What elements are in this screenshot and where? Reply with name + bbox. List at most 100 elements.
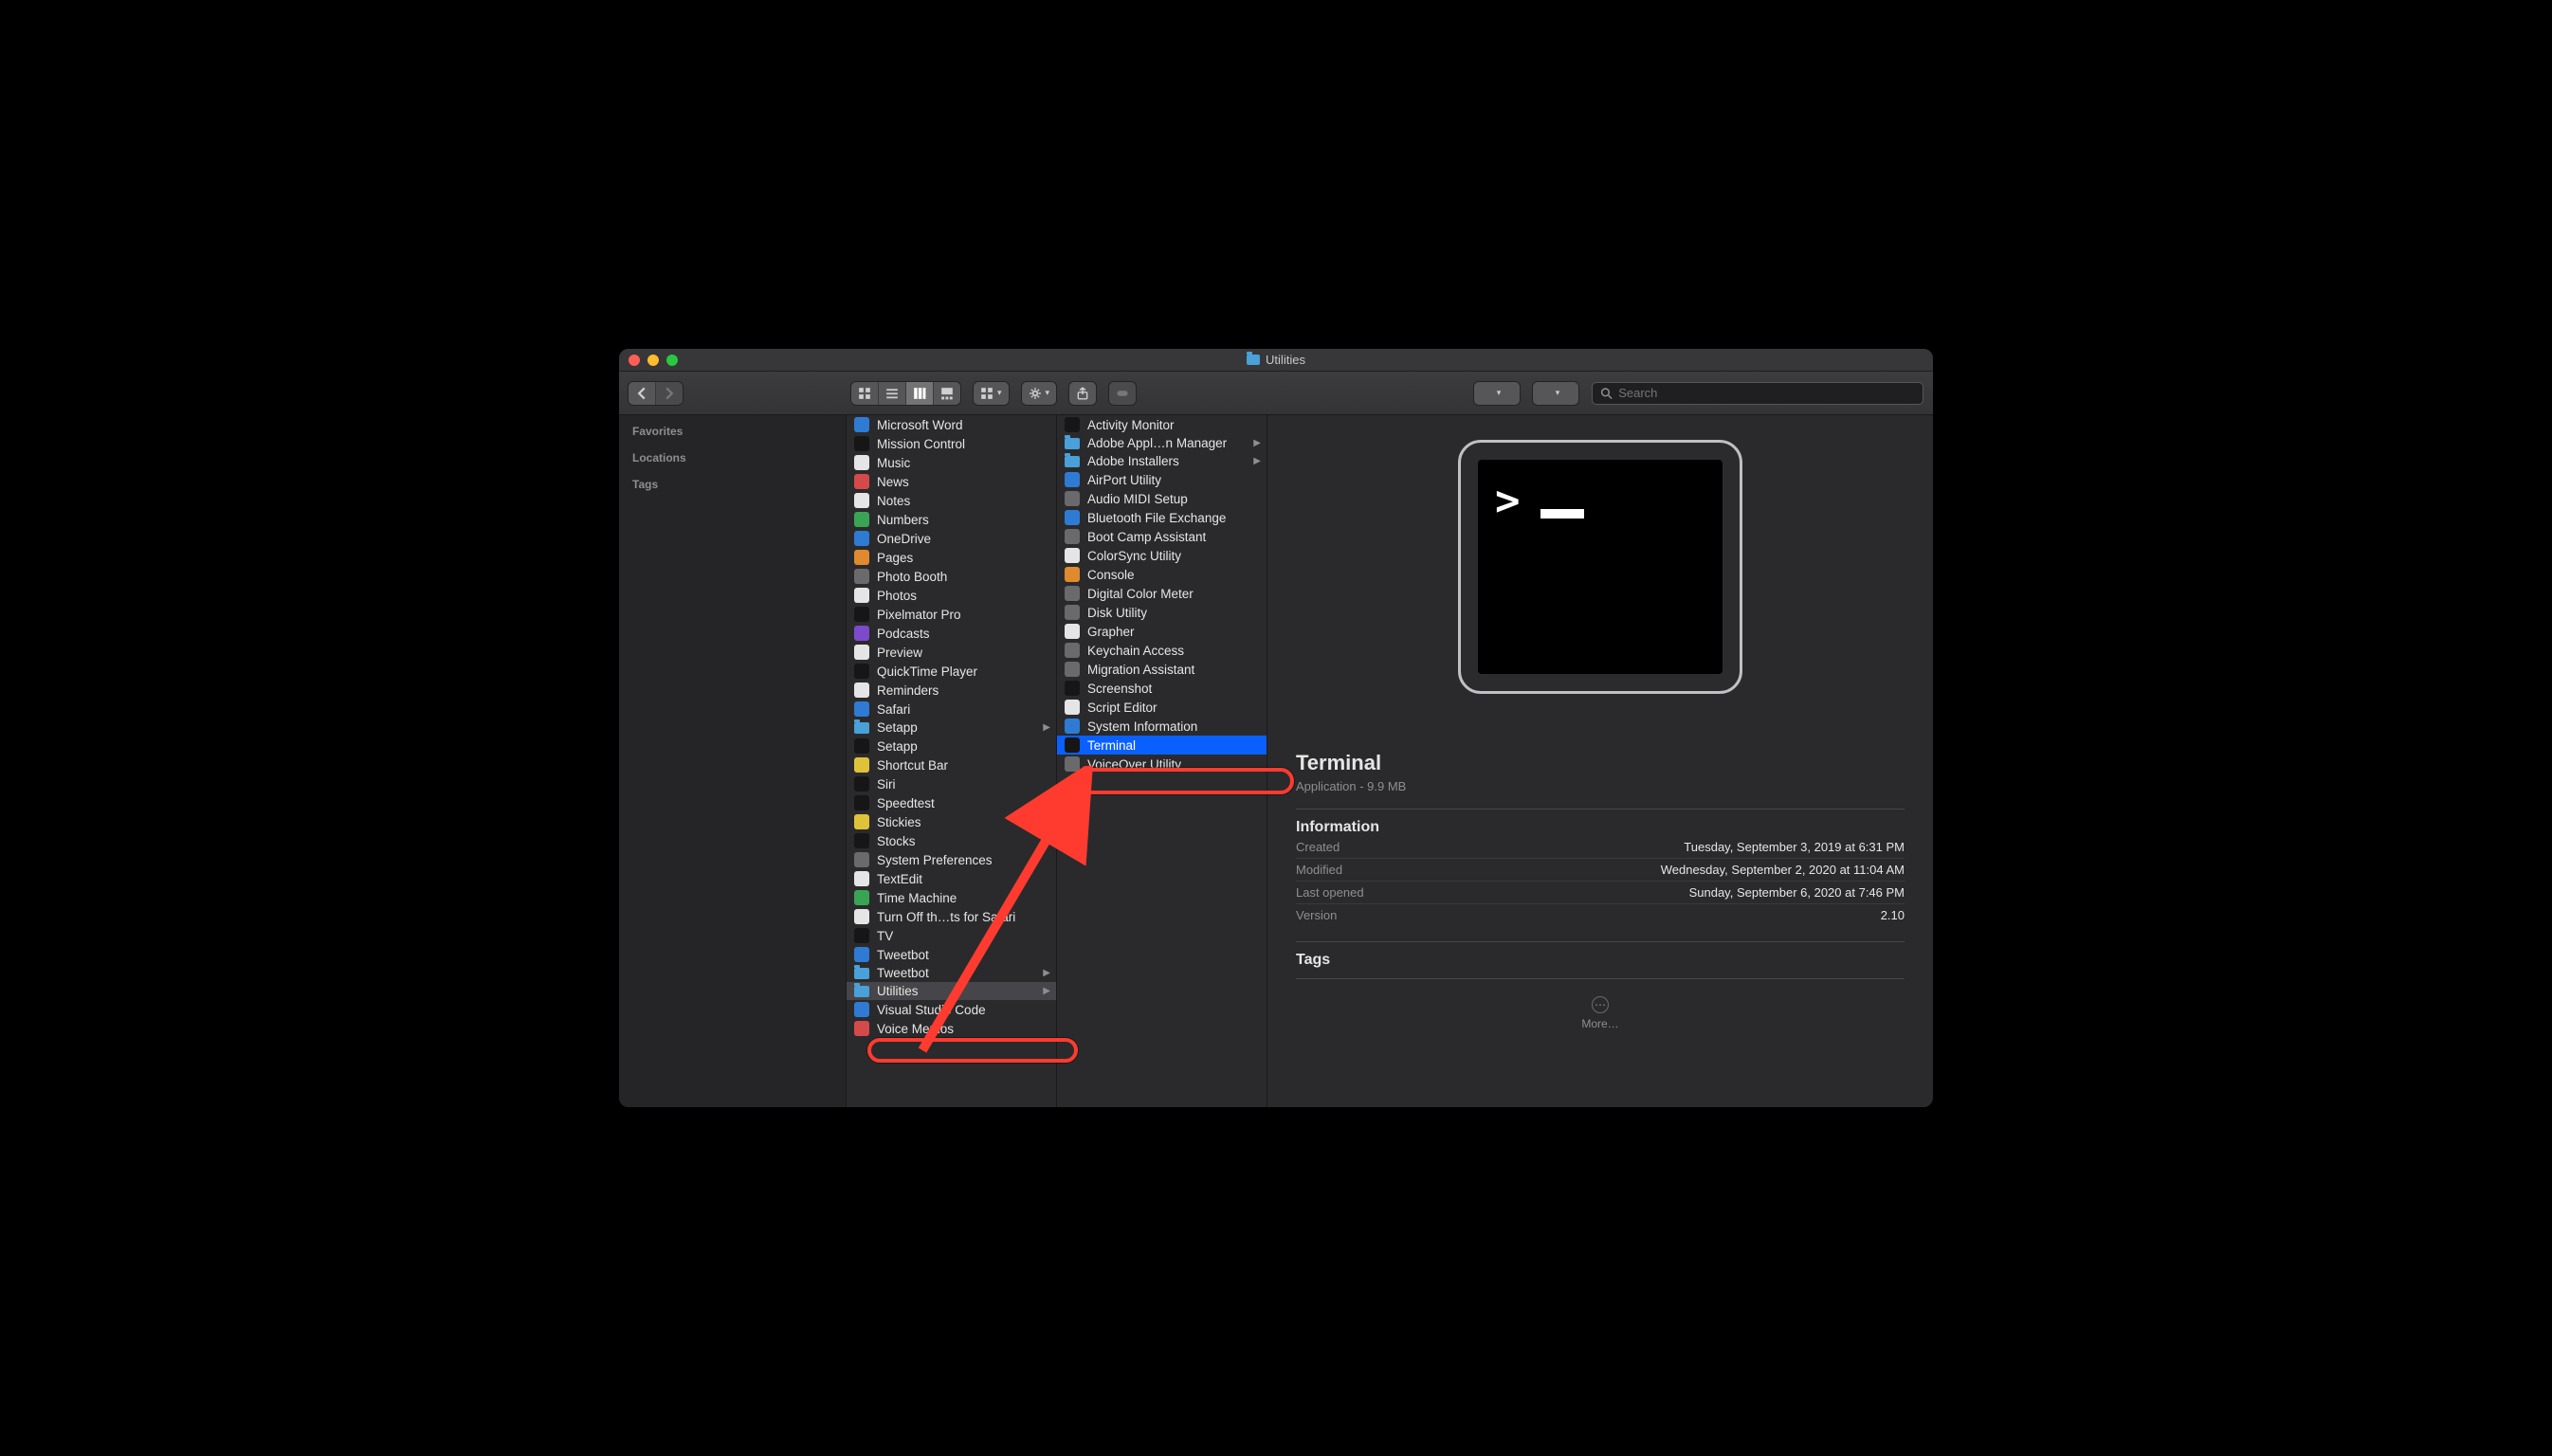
list-item[interactable]: Voice Memos: [847, 1019, 1056, 1038]
sidebar-header-favorites[interactable]: Favorites: [632, 425, 832, 438]
list-item[interactable]: Speedtest: [847, 793, 1056, 812]
search-field[interactable]: [1592, 382, 1923, 405]
app-icon: [854, 682, 869, 698]
list-item[interactable]: ColorSync Utility: [1057, 546, 1267, 565]
list-item[interactable]: Notes: [847, 491, 1056, 510]
list-item[interactable]: Numbers: [847, 510, 1056, 529]
list-item-label: Stocks: [877, 834, 916, 848]
list-item-label: Grapher: [1087, 625, 1135, 639]
tags-button[interactable]: [1109, 382, 1136, 405]
list-item[interactable]: Boot Camp Assistant: [1057, 527, 1267, 546]
app-icon: [854, 607, 869, 622]
app-icon: [854, 833, 869, 848]
path-dropdown-2[interactable]: [1533, 382, 1578, 405]
list-item[interactable]: Pages: [847, 548, 1056, 567]
view-gallery-button[interactable]: [934, 382, 960, 405]
list-item[interactable]: Screenshot: [1057, 679, 1267, 698]
list-item[interactable]: Reminders: [847, 681, 1056, 700]
list-item[interactable]: Adobe Installers▶: [1057, 452, 1267, 470]
list-item[interactable]: Music: [847, 453, 1056, 472]
search-input[interactable]: [1618, 386, 1915, 400]
list-item[interactable]: Activity Monitor: [1057, 415, 1267, 434]
list-item[interactable]: Bluetooth File Exchange: [1057, 508, 1267, 527]
list-item-label: Microsoft Word: [877, 418, 963, 432]
list-item[interactable]: TV: [847, 926, 1056, 945]
list-item[interactable]: Grapher: [1057, 622, 1267, 641]
app-icon: [854, 814, 869, 829]
list-item[interactable]: Photos: [847, 586, 1056, 605]
list-item[interactable]: AirPort Utility: [1057, 470, 1267, 489]
list-item[interactable]: News: [847, 472, 1056, 491]
list-item[interactable]: Keychain Access: [1057, 641, 1267, 660]
list-item[interactable]: Microsoft Word: [847, 415, 1056, 434]
list-item[interactable]: Terminal: [1057, 736, 1267, 755]
info-row: Last openedSunday, September 6, 2020 at …: [1296, 881, 1905, 903]
view-mode-buttons: [851, 382, 960, 405]
zoom-button[interactable]: [666, 355, 678, 366]
view-columns-button[interactable]: [906, 382, 934, 405]
sidebar-header-tags[interactable]: Tags: [632, 478, 832, 491]
list-item[interactable]: Visual Studio Code: [847, 1000, 1056, 1019]
list-item[interactable]: Turn Off th…ts for Safari: [847, 907, 1056, 926]
more-button[interactable]: ⋯ More…: [1581, 996, 1618, 1030]
list-item[interactable]: TextEdit: [847, 869, 1056, 888]
preview-pane: > Terminal Application - 9.9 MB Informat…: [1267, 415, 1933, 1107]
list-item[interactable]: Shortcut Bar: [847, 755, 1056, 774]
column-utilities[interactable]: Activity MonitorAdobe Appl…n Manager▶Ado…: [1057, 415, 1267, 1107]
list-item[interactable]: Podcasts: [847, 624, 1056, 643]
app-icon: [1065, 737, 1080, 753]
app-icon: [1065, 472, 1080, 487]
view-list-button[interactable]: [879, 382, 906, 405]
list-item[interactable]: Adobe Appl…n Manager▶: [1057, 434, 1267, 452]
view-icons-button[interactable]: [851, 382, 879, 405]
list-item[interactable]: Mission Control: [847, 434, 1056, 453]
nav-buttons: [629, 382, 683, 405]
list-item[interactable]: System Preferences: [847, 850, 1056, 869]
tag-icon: [1109, 382, 1136, 405]
close-button[interactable]: [629, 355, 640, 366]
list-item[interactable]: Script Editor: [1057, 698, 1267, 717]
list-item[interactable]: Tweetbot: [847, 945, 1056, 964]
window-body: Favorites Locations Tags Microsoft WordM…: [619, 415, 1933, 1107]
list-item[interactable]: Tweetbot▶: [847, 964, 1056, 982]
column-applications[interactable]: Microsoft Word Mission ControlMusicNewsNo…: [847, 415, 1057, 1107]
list-item[interactable]: System Information: [1057, 717, 1267, 736]
back-button[interactable]: [629, 382, 656, 405]
list-item[interactable]: QuickTime Player: [847, 662, 1056, 681]
list-item[interactable]: Utilities▶: [847, 982, 1056, 1000]
app-icon: [854, 928, 869, 943]
minimize-button[interactable]: [647, 355, 659, 366]
group-by-button[interactable]: [974, 382, 1009, 405]
path-dropdown-1[interactable]: [1474, 382, 1520, 405]
list-item[interactable]: Digital Color Meter: [1057, 584, 1267, 603]
sidebar-header-locations[interactable]: Locations: [632, 451, 832, 464]
list-item[interactable]: Setapp: [847, 737, 1056, 755]
share-button[interactable]: [1069, 382, 1096, 405]
list-item[interactable]: Safari: [847, 700, 1056, 719]
info-rows: CreatedTuesday, September 3, 2019 at 6:3…: [1296, 836, 1905, 926]
list-item[interactable]: Audio MIDI Setup: [1057, 489, 1267, 508]
list-item[interactable]: Disk Utility: [1057, 603, 1267, 622]
list-item[interactable]: Time Machine: [847, 888, 1056, 907]
list-item[interactable]: Stickies: [847, 812, 1056, 831]
list-item[interactable]: Stocks: [847, 831, 1056, 850]
list-item-label: Time Machine: [877, 891, 957, 905]
list-item[interactable]: VoiceOver Utility: [1057, 755, 1267, 774]
forward-button[interactable]: [656, 382, 683, 405]
list-item[interactable]: Photo Booth: [847, 567, 1056, 586]
list-item[interactable]: Preview: [847, 643, 1056, 662]
app-icon: [854, 890, 869, 905]
list-item[interactable]: Pixelmator Pro: [847, 605, 1056, 624]
list-item[interactable]: OneDrive: [847, 529, 1056, 548]
list-item-label: Screenshot: [1087, 682, 1152, 696]
list-item-label: Utilities: [877, 984, 919, 998]
list-item-label: Migration Assistant: [1087, 663, 1194, 677]
list-item-label: Stickies: [877, 815, 921, 829]
app-icon: [854, 947, 869, 962]
list-item[interactable]: Migration Assistant: [1057, 660, 1267, 679]
list-item[interactable]: Console: [1057, 565, 1267, 584]
list-item[interactable]: Setapp▶: [847, 719, 1056, 737]
folder-icon: [1247, 355, 1260, 365]
list-item[interactable]: Siri: [847, 774, 1056, 793]
action-button[interactable]: [1022, 382, 1057, 405]
